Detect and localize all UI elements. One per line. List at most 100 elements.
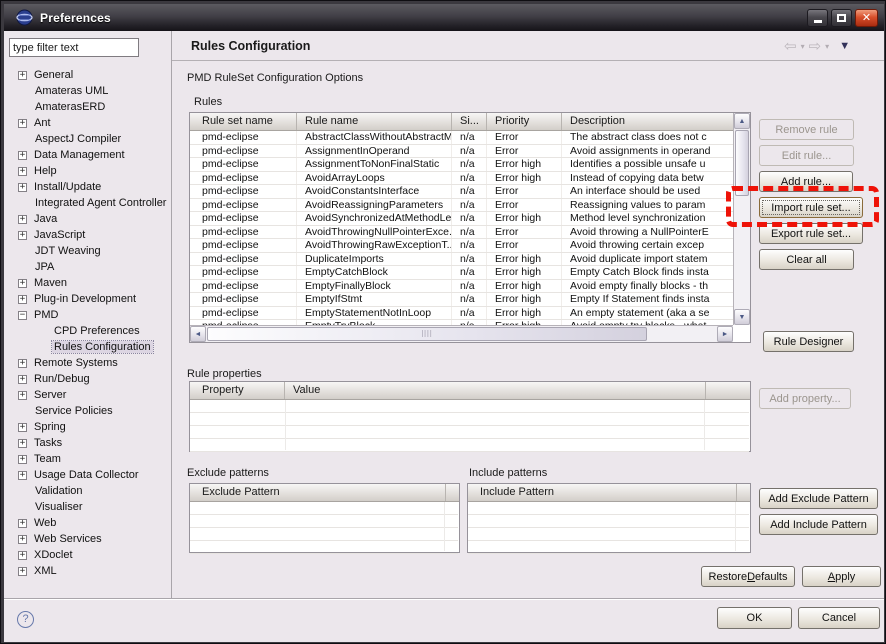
expand-icon[interactable]: + — [18, 119, 27, 128]
column-header-si-[interactable]: Si... — [452, 113, 487, 130]
scroll-up-icon[interactable]: ▲ — [734, 113, 750, 129]
rule-designer-button[interactable]: Rule Designer — [763, 331, 854, 352]
sidebar-item-help[interactable]: +Help — [8, 163, 170, 179]
back-icon[interactable]: ⇦ — [784, 37, 797, 55]
maximize-button[interactable] — [831, 9, 852, 27]
sidebar-item-web[interactable]: +Web — [8, 515, 170, 531]
sidebar-item-jdt-weaving[interactable]: JDT Weaving — [8, 243, 170, 259]
sidebar-item-integrated-agent-controller[interactable]: Integrated Agent Controller — [8, 195, 170, 211]
column-header-exclude-pattern[interactable]: Exclude Pattern — [190, 484, 445, 501]
expand-icon[interactable]: + — [18, 295, 27, 304]
clear-all-button[interactable]: Clear all — [759, 249, 854, 270]
export-rule-set-button[interactable]: Export rule set... — [759, 223, 863, 244]
collapse-icon[interactable]: − — [18, 311, 27, 320]
vertical-scrollbar[interactable]: ▲ ▼ — [733, 113, 750, 325]
sidebar-item-tasks[interactable]: +Tasks — [8, 435, 170, 451]
table-row[interactable]: pmd-eclipseAvoidThrowingNullPointerExce.… — [190, 226, 733, 240]
expand-icon[interactable]: + — [18, 423, 27, 432]
close-button[interactable]: ✕ — [855, 9, 878, 27]
minimize-button[interactable] — [807, 9, 828, 27]
table-row[interactable]: pmd-eclipseAbstractClassWithoutAbstractM… — [190, 131, 733, 145]
sidebar-item-aspectj-compiler[interactable]: AspectJ Compiler — [8, 131, 170, 147]
ok-button[interactable]: OK — [717, 607, 792, 629]
import-rule-set-button[interactable]: Import rule set... — [759, 197, 863, 218]
expand-icon[interactable]: + — [18, 551, 27, 560]
expand-icon[interactable]: + — [18, 279, 27, 288]
table-row[interactable]: pmd-eclipseEmptyStatementNotInLoopn/aErr… — [190, 307, 733, 321]
sidebar-item-cpd-preferences[interactable]: CPD Preferences — [8, 323, 170, 339]
table-row[interactable]: pmd-eclipseAssignmentInOperandn/aErrorAv… — [190, 145, 733, 159]
sidebar-item-java[interactable]: +Java — [8, 211, 170, 227]
back-dropdown-icon[interactable]: ▾ — [801, 42, 805, 51]
sidebar-item-maven[interactable]: +Maven — [8, 275, 170, 291]
sidebar-item-pmd[interactable]: −PMD — [8, 307, 170, 323]
expand-icon[interactable]: + — [18, 183, 27, 192]
restore-defaults-button[interactable]: Restore Defaults — [701, 566, 795, 587]
forward-dropdown-icon[interactable]: ▾ — [825, 42, 829, 51]
table-row[interactable]: pmd-eclipseAvoidConstantsInterfacen/aErr… — [190, 185, 733, 199]
expand-icon[interactable]: + — [18, 567, 27, 576]
column-header-rule-set-name[interactable]: Rule set name — [190, 113, 297, 130]
add-exclude-pattern-button[interactable]: Add Exclude Pattern — [759, 488, 878, 509]
column-header-property[interactable]: Property — [190, 382, 285, 399]
add-rule-button[interactable]: Add rule... — [759, 171, 853, 192]
sidebar-item-rules-configuration[interactable]: Rules Configuration — [8, 339, 170, 355]
table-row[interactable]: pmd-eclipseAvoidArrayLoopsn/aError highI… — [190, 172, 733, 186]
sidebar-item-xdoclet[interactable]: +XDoclet — [8, 547, 170, 563]
table-row[interactable]: pmd-eclipseAvoidThrowingRawExceptionT...… — [190, 239, 733, 253]
column-header-rule-name[interactable]: Rule name — [297, 113, 452, 130]
sidebar-item-javascript[interactable]: +JavaScript — [8, 227, 170, 243]
sidebar-item-web-services[interactable]: +Web Services — [8, 531, 170, 547]
horizontal-scrollbar[interactable]: ◄ |||| ► — [190, 325, 733, 342]
scroll-down-icon[interactable]: ▼ — [734, 309, 750, 325]
vertical-scroll-thumb[interactable] — [735, 130, 749, 196]
column-header-include-pattern[interactable]: Include Pattern — [468, 484, 736, 501]
expand-icon[interactable]: + — [18, 519, 27, 528]
expand-icon[interactable]: + — [18, 167, 27, 176]
sidebar-item-xml[interactable]: +XML — [8, 563, 170, 579]
column-header-value[interactable]: Value — [285, 382, 705, 399]
sidebar-item-validation[interactable]: Validation — [8, 483, 170, 499]
cancel-button[interactable]: Cancel — [798, 607, 880, 629]
add-include-pattern-button[interactable]: Add Include Pattern — [759, 514, 878, 535]
expand-icon[interactable]: + — [18, 71, 27, 80]
column-header-description[interactable]: Description — [562, 113, 750, 130]
table-row[interactable]: pmd-eclipseEmptyCatchBlockn/aError highE… — [190, 266, 733, 280]
sidebar-item-team[interactable]: +Team — [8, 451, 170, 467]
help-icon[interactable]: ? — [17, 611, 34, 628]
sidebar-item-ant[interactable]: +Ant — [8, 115, 170, 131]
scroll-right-icon[interactable]: ► — [717, 326, 733, 342]
expand-icon[interactable]: + — [18, 535, 27, 544]
sidebar-item-data-management[interactable]: +Data Management — [8, 147, 170, 163]
view-menu-icon[interactable]: ▼ — [839, 40, 850, 52]
expand-icon[interactable]: + — [18, 471, 27, 480]
sidebar-item-plug-in-development[interactable]: +Plug-in Development — [8, 291, 170, 307]
sidebar-item-visualiser[interactable]: Visualiser — [8, 499, 170, 515]
table-row[interactable]: pmd-eclipseEmptyFinallyBlockn/aError hig… — [190, 280, 733, 294]
sidebar-item-usage-data-collector[interactable]: +Usage Data Collector — [8, 467, 170, 483]
expand-icon[interactable]: + — [18, 231, 27, 240]
sidebar-item-spring[interactable]: +Spring — [8, 419, 170, 435]
filter-input[interactable] — [9, 38, 139, 57]
column-header-priority[interactable]: Priority — [487, 113, 562, 130]
scroll-left-icon[interactable]: ◄ — [190, 326, 206, 342]
expand-icon[interactable]: + — [18, 215, 27, 224]
table-row[interactable]: pmd-eclipseAvoidReassigningParametersn/a… — [190, 199, 733, 213]
expand-icon[interactable]: + — [18, 151, 27, 160]
expand-icon[interactable]: + — [18, 359, 27, 368]
sidebar-item-jpa[interactable]: JPA — [8, 259, 170, 275]
table-row[interactable]: pmd-eclipseAssignmentToNonFinalStaticn/a… — [190, 158, 733, 172]
sidebar-item-general[interactable]: +General — [8, 67, 170, 83]
expand-icon[interactable]: + — [18, 375, 27, 384]
table-row[interactable]: pmd-eclipseAvoidSynchronizedAtMethodLe..… — [190, 212, 733, 226]
sidebar-item-amateraserd[interactable]: AmaterasERD — [8, 99, 170, 115]
sidebar-item-run-debug[interactable]: +Run/Debug — [8, 371, 170, 387]
sidebar-item-service-policies[interactable]: Service Policies — [8, 403, 170, 419]
expand-icon[interactable]: + — [18, 391, 27, 400]
horizontal-scroll-thumb[interactable]: |||| — [207, 327, 647, 341]
apply-button[interactable]: Apply — [802, 566, 881, 587]
table-row[interactable]: pmd-eclipseEmptyIfStmtn/aError highEmpty… — [190, 293, 733, 307]
forward-icon[interactable]: ⇨ — [809, 37, 822, 55]
expand-icon[interactable]: + — [18, 439, 27, 448]
table-row[interactable]: pmd-eclipseDuplicateImportsn/aError high… — [190, 253, 733, 267]
